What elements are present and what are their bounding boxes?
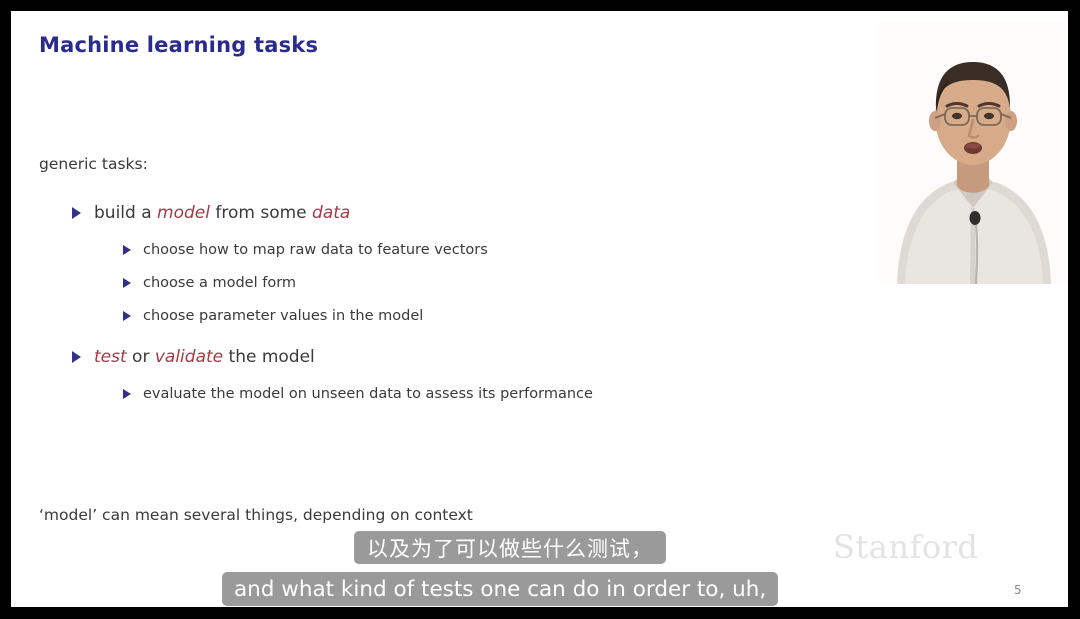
model-meaning-note: ‘model’ can mean several things, dependi… [39, 506, 473, 524]
bullet-build-model: build a model from some data [72, 203, 350, 223]
bullet-map-raw-data-label: choose how to map raw data to feature ve… [143, 242, 488, 258]
emphasis-validate: validate [154, 347, 224, 367]
bullet-build-model-label: build a model from some data [94, 203, 351, 223]
triangle-bullet-icon [123, 245, 131, 255]
emphasis-data: data [312, 203, 351, 223]
emphasis-model: model [157, 203, 210, 223]
slide-title: Machine learning tasks [39, 33, 319, 57]
bullet-map-raw-data: choose how to map raw data to feature ve… [123, 242, 488, 258]
bullet-evaluate-model-label: evaluate the model on unseen data to ass… [143, 386, 593, 402]
bullet-model-form: choose a model form [123, 275, 296, 291]
speaker-webcam-overlay [879, 22, 1067, 284]
bullet-parameter-values: choose parameter values in the model [123, 308, 423, 324]
slide-page-number: 5 [1014, 583, 1022, 597]
bullet-evaluate-model: evaluate the model on unseen data to ass… [123, 386, 593, 402]
generic-tasks-label: generic tasks: [39, 155, 148, 173]
subtitle-chinese: 以及为了可以做些什么测试， [354, 531, 666, 564]
lecture-slide: Machine learning tasks generic tasks: bu… [11, 11, 1068, 607]
speaker-portrait-icon [879, 22, 1067, 284]
triangle-bullet-icon [72, 207, 81, 219]
stanford-logo-wordmark: Stanford [833, 528, 979, 566]
triangle-bullet-icon [123, 311, 131, 321]
bullet-test-validate: test or validate the model [72, 347, 315, 367]
subtitle-english: and what kind of tests one can do in ord… [222, 572, 779, 606]
triangle-bullet-icon [72, 351, 81, 363]
video-player-frame: Machine learning tasks generic tasks: bu… [0, 0, 1080, 619]
bullet-test-validate-label: test or validate the model [94, 347, 315, 367]
triangle-bullet-icon [123, 389, 131, 399]
triangle-bullet-icon [123, 278, 131, 288]
bullet-parameter-values-label: choose parameter values in the model [143, 308, 424, 324]
bullet-model-form-label: choose a model form [143, 275, 297, 291]
emphasis-test: test [94, 347, 127, 367]
